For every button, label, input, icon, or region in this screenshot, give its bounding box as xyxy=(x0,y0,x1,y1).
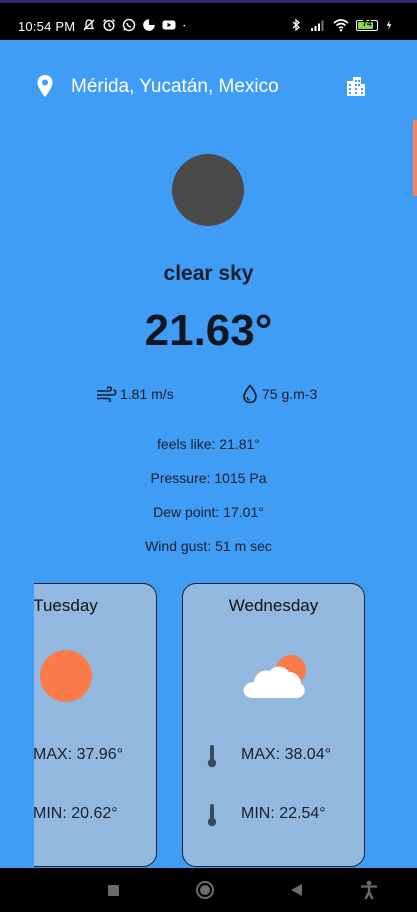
back-button[interactable] xyxy=(290,883,303,897)
forecast-max: MAX: 38.04° xyxy=(241,746,331,763)
humidity: 75 g.m-3 xyxy=(262,386,318,402)
home-button[interactable] xyxy=(196,881,214,899)
status-right-icons: 74 xyxy=(289,18,393,32)
edge-handle[interactable] xyxy=(413,120,417,196)
status-left-icons xyxy=(82,18,190,32)
wifi-icon xyxy=(333,19,349,32)
forecast-max: MAX: 37.96° xyxy=(34,746,123,763)
accessibility-icon[interactable] xyxy=(360,880,378,900)
status-time: 10:54 PM xyxy=(18,19,76,34)
muted-notification-icon xyxy=(83,19,95,31)
sun-icon xyxy=(40,650,92,702)
feels-like: feels like: 21.81° xyxy=(157,436,260,452)
recent-apps-button[interactable] xyxy=(108,885,119,896)
location-pin-icon[interactable] xyxy=(36,74,54,98)
weather-condition: clear sky xyxy=(163,262,254,285)
forecast-day: Wednesday xyxy=(228,596,319,615)
system-nav-bar xyxy=(0,868,417,912)
forecast-card-wednesday[interactable]: Wednesday MAX: 38.04° MIN: 22.54° xyxy=(182,583,365,867)
charging-icon xyxy=(386,20,392,30)
signal-icon xyxy=(311,20,324,31)
pie-icon xyxy=(143,19,155,31)
forecast-min: MIN: 20.62° xyxy=(34,805,118,822)
partly-cloudy-icon xyxy=(243,655,306,698)
water-drop-icon xyxy=(243,384,257,404)
forecast-day: Tuesday xyxy=(34,596,98,615)
forecast-min: MIN: 22.54° xyxy=(241,805,326,822)
battery-level: 74 xyxy=(362,18,372,28)
forecast-list[interactable]: Tuesday MAX: 37.96° MIN: 20.62° Wednesda… xyxy=(34,580,417,870)
dot-icon xyxy=(183,24,186,27)
bluetooth-icon xyxy=(292,18,300,32)
status-bar-top-line xyxy=(0,0,417,3)
city-buildings-icon[interactable] xyxy=(345,75,367,97)
header: Mérida, Yucatán, Mexico xyxy=(0,40,417,130)
home-button-inner xyxy=(200,885,210,895)
current-weather-icon xyxy=(172,154,244,226)
current-temperature: 21.63° xyxy=(144,306,273,355)
location-name[interactable]: Mérida, Yucatán, Mexico xyxy=(71,76,279,98)
wind-icon xyxy=(97,386,117,402)
pressure: Pressure: 1015 Pa xyxy=(150,470,267,486)
alarm-icon xyxy=(103,19,115,32)
status-bar: 10:54 PM 74 xyxy=(0,0,417,40)
app-screen: 10:54 PM 74 Mérida, Yucatán, Mexico clea… xyxy=(0,0,417,912)
thermometer-icon xyxy=(207,745,217,768)
youtube-icon xyxy=(162,20,176,30)
metrics-row: 1.81 m/s 75 g.m-3 xyxy=(0,384,417,404)
whatsapp-icon xyxy=(122,18,136,32)
thermometer-icon xyxy=(207,804,217,827)
wind-speed: 1.81 m/s xyxy=(120,386,174,402)
wind-gust: Wind gust: 51 m sec xyxy=(145,538,272,554)
battery-icon: 74 xyxy=(356,18,378,31)
forecast-card-tuesday[interactable]: Tuesday MAX: 37.96° MIN: 20.62° xyxy=(34,583,157,867)
dew-point: Dew point: 17.01° xyxy=(153,504,264,520)
